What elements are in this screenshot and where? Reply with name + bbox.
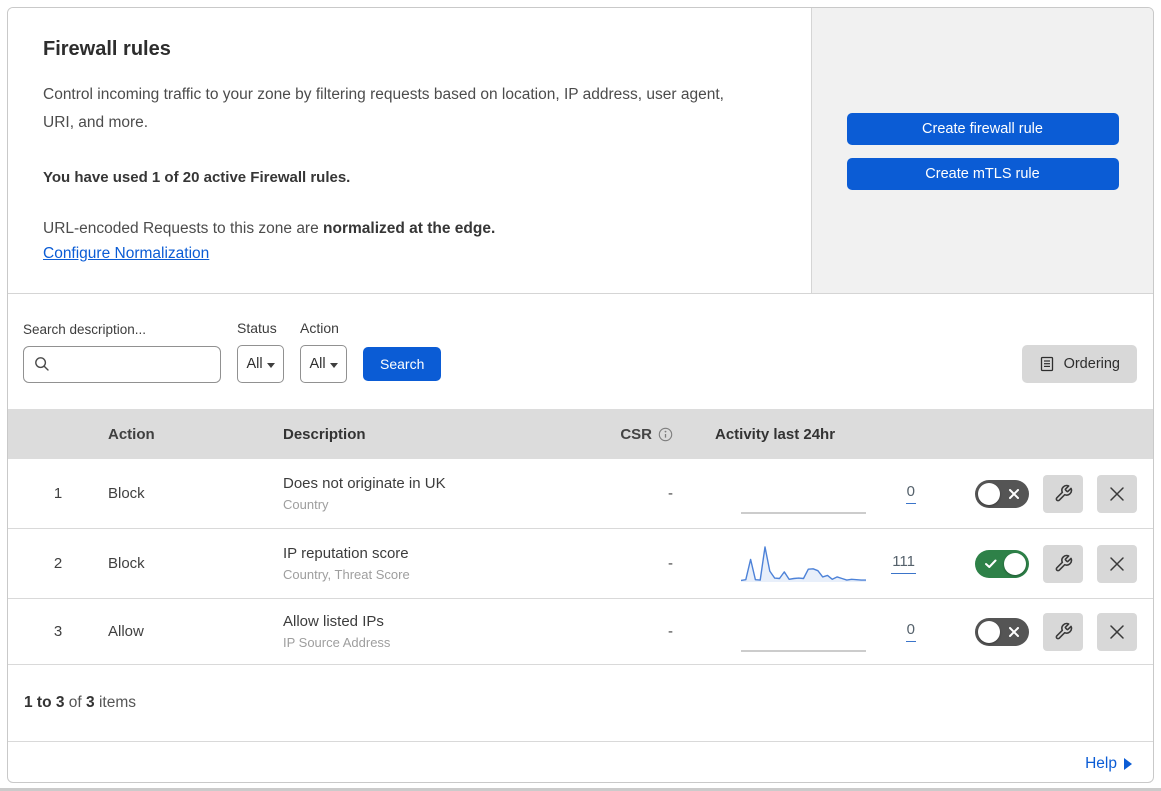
wrench-icon — [1055, 622, 1072, 640]
ordering-button-label: Ordering — [1063, 356, 1120, 372]
action-label: Action — [300, 320, 339, 336]
help-label: Help — [1085, 754, 1117, 772]
close-icon — [1110, 486, 1124, 501]
toggle-knob — [978, 482, 1000, 505]
close-icon — [1110, 556, 1124, 571]
rule-enabled-toggle[interactable] — [975, 617, 1029, 646]
search-button[interactable]: Search — [363, 347, 442, 381]
activity-count-link[interactable]: 0 — [905, 483, 916, 504]
table-header: Action Description CSR Activity last 24h… — [8, 409, 1153, 459]
help-link[interactable]: Help — [1085, 755, 1132, 773]
rule-priority: 3 — [53, 623, 63, 640]
x-icon — [1009, 626, 1019, 637]
configure-normalization-link[interactable]: Configure Normalization — [43, 245, 209, 263]
create-firewall-rule-button[interactable]: Create firewall rule — [846, 113, 1119, 145]
activity-count-link[interactable]: 0 — [905, 621, 916, 642]
activity-sparkline — [741, 543, 866, 585]
activity-sparkline — [741, 473, 866, 515]
search-label: Search description... — [23, 322, 147, 337]
rule-fields: Country — [283, 497, 329, 512]
edit-rule-button[interactable] — [1043, 474, 1083, 513]
rule-description: Allow listed IPs — [283, 613, 384, 630]
status-group: Status All — [237, 320, 284, 383]
status-label: Status — [237, 320, 277, 336]
normalization-prefix: URL-encoded Requests to this zone are — [43, 220, 324, 237]
info-icon[interactable] — [658, 427, 673, 442]
rule-enabled-toggle[interactable] — [975, 479, 1029, 508]
chevron-down-icon — [329, 362, 338, 368]
rule-priority: 2 — [53, 555, 63, 572]
page-title: Firewall rules — [43, 38, 171, 60]
status-select-value: All — [246, 356, 263, 372]
activity-sparkline — [741, 611, 866, 653]
chevron-down-icon — [266, 362, 275, 368]
check-icon — [985, 559, 997, 568]
delete-rule-button[interactable] — [1097, 612, 1137, 651]
items-text: items — [94, 694, 136, 711]
rule-priority: 1 — [53, 485, 63, 502]
edit-rule-button[interactable] — [1043, 544, 1083, 583]
firewall-rules-card: Firewall rules Control incoming traffic … — [7, 7, 1154, 783]
rule-description: Does not originate in UK — [283, 475, 446, 492]
normalization-bold: normalized at the edge. — [323, 220, 496, 237]
activity-count-link[interactable]: 111 — [891, 553, 916, 574]
ordering-button[interactable]: Ordering — [1021, 345, 1137, 383]
toggle-knob — [1004, 552, 1026, 575]
help-row: Help — [8, 742, 1153, 782]
x-icon — [1009, 488, 1019, 499]
normalization-text: URL-encoded Requests to this zone are no… — [43, 220, 763, 238]
action-group: Action All — [300, 320, 347, 383]
rule-csr: - — [668, 623, 673, 640]
search-group: Search description... — [23, 322, 221, 383]
wrench-icon — [1055, 484, 1072, 502]
status-select[interactable]: All — [237, 345, 284, 383]
rule-enabled-toggle[interactable] — [975, 549, 1029, 578]
search-input[interactable] — [23, 346, 221, 383]
rule-csr: - — [668, 485, 673, 502]
usage-text: You have used 1 of 20 active Firewall ru… — [43, 169, 351, 186]
table-row: 3 Allow Allow listed IPs IP Source Addre… — [8, 599, 1153, 665]
rule-description: IP reputation score — [283, 545, 409, 562]
delete-rule-button[interactable] — [1097, 474, 1137, 513]
rule-csr: - — [668, 555, 673, 572]
header-section: Firewall rules Control incoming traffic … — [8, 8, 1153, 294]
wrench-icon — [1055, 554, 1072, 572]
action-select[interactable]: All — [300, 345, 347, 383]
rule-fields: Country, Threat Score — [283, 567, 410, 582]
arrow-right-icon — [1124, 757, 1132, 770]
header-text-panel: Firewall rules Control incoming traffic … — [8, 8, 812, 293]
search-icon — [35, 357, 49, 371]
create-mtls-rule-button[interactable]: Create mTLS rule — [846, 158, 1119, 190]
rule-action: Block — [108, 555, 145, 572]
action-select-value: All — [309, 356, 326, 372]
column-activity: Activity last 24hr — [715, 425, 836, 443]
close-icon — [1110, 624, 1124, 639]
delete-rule-button[interactable] — [1097, 544, 1137, 583]
total-count: 3 — [86, 694, 95, 711]
of-text: of — [64, 694, 87, 711]
column-action: Action — [108, 425, 155, 443]
pagination-summary: 1 to 3 of 3 items — [8, 665, 1153, 742]
rule-fields: IP Source Address — [283, 635, 391, 650]
page-description: Control incoming traffic to your zone by… — [43, 86, 724, 131]
edit-rule-button[interactable] — [1043, 612, 1083, 651]
table-row: 1 Block Does not originate in UK Country… — [8, 459, 1153, 529]
header-actions-panel: Create firewall rule Create mTLS rule — [812, 8, 1153, 293]
ordering-list-icon — [1040, 356, 1053, 372]
column-description: Description — [283, 425, 366, 443]
rule-action: Allow — [108, 623, 144, 640]
range-text: 1 to 3 — [24, 694, 65, 711]
table-row: 2 Block IP reputation score Country, Thr… — [8, 529, 1153, 599]
filter-bar: Search description... Status All Action … — [8, 294, 1153, 409]
column-csr: CSR — [620, 425, 652, 443]
toggle-knob — [978, 620, 1000, 643]
rule-action: Block — [108, 485, 145, 502]
